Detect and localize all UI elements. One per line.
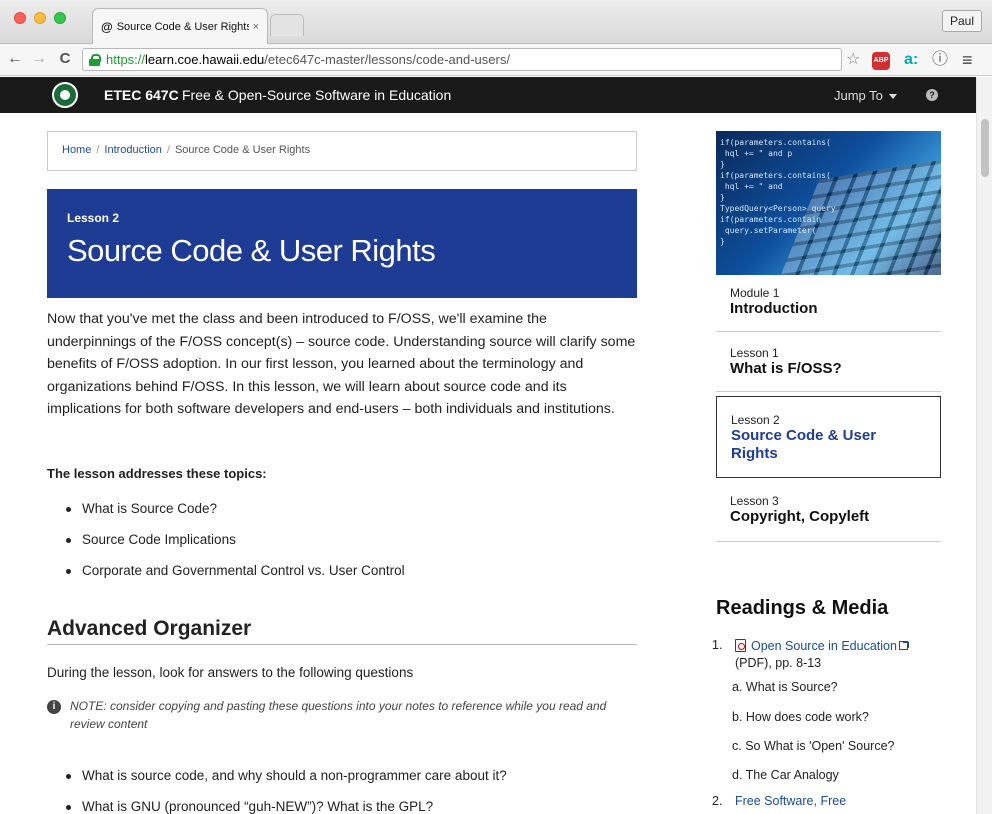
advanced-organizer-heading: Advanced Organizer: [47, 617, 637, 645]
list-item: Corporate and Governmental Control vs. U…: [66, 563, 405, 594]
breadcrumb-introduction[interactable]: Introduction: [104, 144, 161, 156]
note-callout: i NOTE: consider copying and pasting the…: [47, 697, 637, 733]
list-item: What is GNU (pronounced “guh-NEW”)? What…: [66, 799, 507, 814]
minimize-window-button[interactable]: [34, 12, 46, 24]
external-link-icon: [898, 641, 909, 650]
browser-toolbar: ← → C https://learn.coe.hawaii.edu/etec6…: [0, 44, 992, 76]
questions-list: What is source code, and why should a no…: [66, 768, 507, 814]
course-title[interactable]: Free & Open-Source Software in Education: [182, 87, 451, 103]
menu-icon[interactable]: ≡: [962, 50, 973, 70]
scrollbar-thumb[interactable]: [981, 119, 989, 177]
page-title: Source Code & User Rights: [67, 233, 436, 268]
browser-titlebar: @ Source Code & User Rights × Paul: [0, 0, 992, 44]
amazon-icon[interactable]: a:: [904, 50, 918, 70]
breadcrumb-home[interactable]: Home: [62, 144, 91, 156]
url-host: learn.coe.hawaii.edu: [145, 52, 265, 67]
lock-icon: [89, 53, 101, 66]
nav-item-small-label: Lesson 2: [731, 413, 780, 427]
breadcrumb: Home / Introduction / Source Code & User Rig…: [47, 131, 637, 171]
close-window-button[interactable]: [14, 12, 26, 24]
nav-item-module-1[interactable]: Module 1 Introduction: [716, 286, 941, 332]
nav-item-title: Introduction: [730, 300, 818, 317]
lesson-banner: Lesson 2 Source Code & User Rights: [47, 189, 637, 298]
breadcrumb-separator: /: [96, 144, 100, 156]
breadcrumb-current: Source Code & User Rights: [174, 144, 311, 156]
url-scheme: https://: [106, 52, 146, 67]
note-text: NOTE: consider copying and pasting these…: [70, 699, 607, 731]
code-keyboard-image: if(parameters.contains( hql += " and p }…: [716, 131, 941, 275]
back-arrow-icon[interactable]: ←: [6, 50, 24, 68]
reading-subitem: b. How does code work?: [732, 710, 869, 724]
nav-item-small-label: Module 1: [730, 286, 780, 300]
nav-item-title: Copyright, Copyleft: [730, 508, 870, 525]
reading-subitem: c. So What is 'Open' Source?: [732, 739, 895, 753]
nav-item-lesson-2-active[interactable]: Lesson 2 Source Code & User Rights: [716, 396, 941, 478]
code-overlay-text: if(parameters.contains( hql += " and p }…: [720, 138, 836, 246]
reading-suffix: (PDF), pp. 8-13: [735, 656, 822, 670]
info-icon[interactable]: ⓘ: [932, 50, 948, 70]
during-lesson-text: During the lesson, look for answers to t…: [47, 665, 414, 680]
list-item: What is Source Code?: [66, 501, 405, 532]
help-icon[interactable]: ?: [926, 89, 938, 101]
pdf-icon: [735, 639, 746, 652]
reading-subitem: d. The Car Analogy: [732, 768, 839, 782]
url-path: /etec647c-master/lessons/code-and-users/: [264, 52, 510, 67]
page-scrollbar[interactable]: [976, 77, 992, 814]
course-code[interactable]: ETEC 647C: [104, 87, 179, 103]
jump-to-dropdown[interactable]: Jump To: [834, 88, 897, 103]
nav-item-lesson-3[interactable]: Lesson 3 Copyright, Copyleft: [716, 494, 941, 542]
nav-item-title: Source Code & User Rights: [731, 427, 877, 462]
bookmark-star-icon[interactable]: ☆: [846, 50, 860, 70]
caret-down-icon: [888, 94, 897, 100]
reading-link[interactable]: Open Source in Education: [751, 639, 897, 653]
nav-item-title: What is F/OSS?: [730, 360, 842, 377]
new-tab-button[interactable]: [270, 14, 304, 36]
topics-heading: The lesson addresses these topics:: [47, 466, 267, 481]
breadcrumb-separator: /: [166, 144, 170, 156]
list-item: What is source code, and why should a no…: [66, 768, 507, 799]
adblock-icon[interactable]: ABP: [872, 52, 890, 70]
list-item: Source Code Implications: [66, 532, 405, 563]
intro-paragraph: Now that you've met the class and been i…: [47, 311, 636, 417]
jump-to-label: Jump To: [834, 88, 883, 103]
reading-number: 1.: [712, 638, 723, 652]
lesson-number: Lesson 2: [67, 211, 120, 225]
reading-link[interactable]: Free Software, Free: [735, 794, 846, 808]
reading-subitem: a. What is Source?: [732, 680, 838, 694]
site-navbar: ETEC 647C Free & Open-Source Software in…: [0, 77, 976, 113]
forward-arrow-icon[interactable]: →: [30, 50, 48, 68]
profile-button[interactable]: Paul: [941, 10, 982, 32]
tab-close-icon[interactable]: ×: [253, 21, 259, 33]
address-bar[interactable]: https://learn.coe.hawaii.edu/etec647c-ma…: [82, 48, 842, 71]
university-seal-logo[interactable]: [52, 82, 78, 108]
tab-favicon-icon: @: [101, 19, 113, 34]
reading-item: Open Source in Education (PDF), pp. 8-13: [735, 638, 935, 672]
nav-item-lesson-1[interactable]: Lesson 1 What is F/OSS?: [716, 346, 941, 392]
tab-title: Source Code & User Rights: [116, 20, 249, 33]
browser-tab[interactable]: @ Source Code & User Rights ×: [92, 8, 268, 44]
info-circle-icon: i: [47, 700, 61, 714]
zoom-window-button[interactable]: [54, 12, 66, 24]
nav-item-small-label: Lesson 3: [730, 494, 779, 508]
readings-heading: Readings & Media: [716, 597, 889, 619]
topics-list: What is Source Code? Source Code Implica…: [66, 501, 405, 594]
reading-number: 2.: [712, 794, 723, 808]
reload-icon[interactable]: C: [56, 50, 74, 68]
nav-item-small-label: Lesson 1: [730, 346, 779, 360]
